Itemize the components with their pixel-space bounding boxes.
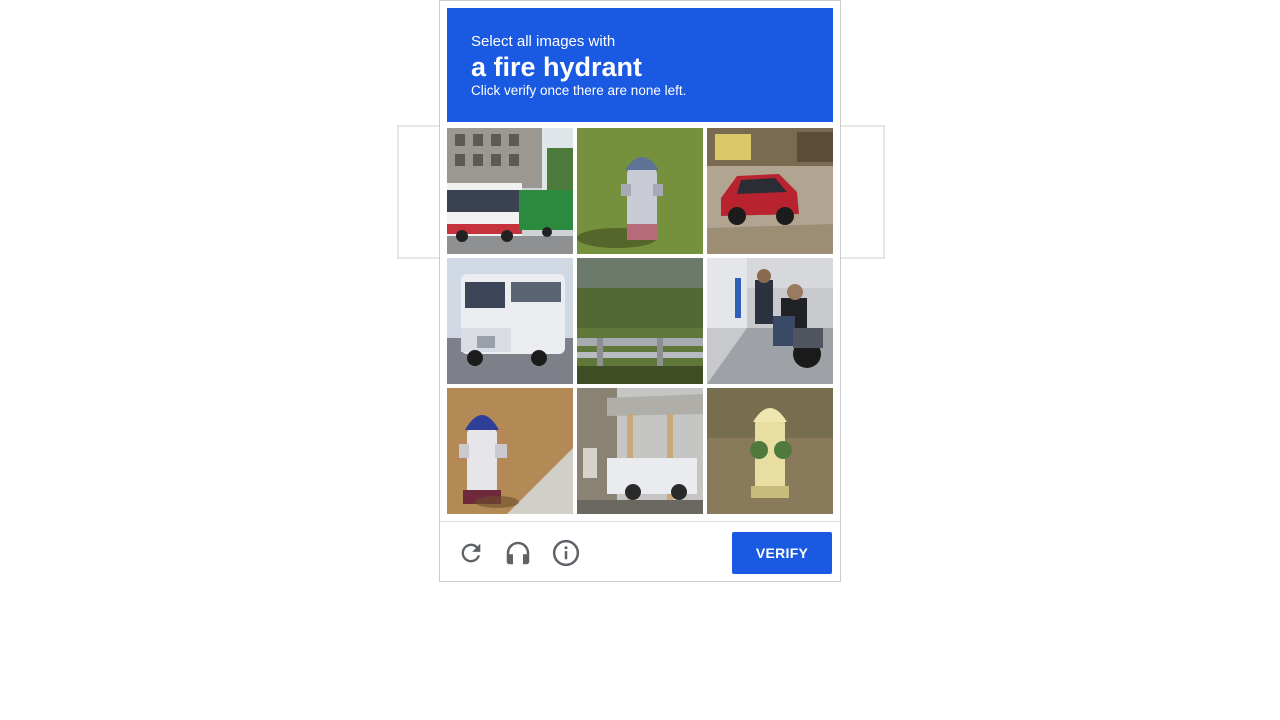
audio-challenge-button[interactable] [503, 538, 533, 568]
prompt-instructions: Click verify once there are none left. [471, 83, 687, 98]
blue-hydrant-image [447, 388, 573, 514]
image-tile-8[interactable] [577, 388, 703, 514]
guardrail-image [577, 258, 703, 384]
yellow-hydrant-image [707, 388, 833, 514]
image-tile-9[interactable] [707, 388, 833, 514]
image-tile-7[interactable] [447, 388, 573, 514]
image-tile-2[interactable] [577, 128, 703, 254]
prompt-line1: Select all images with [471, 33, 616, 50]
captcha-challenge: Select all images with a fire hydrant Cl… [439, 0, 841, 582]
sidewalk-people-image [707, 258, 833, 384]
image-tile-4[interactable] [447, 258, 573, 384]
image-tile-1[interactable] [447, 128, 573, 254]
carport-image [577, 388, 703, 514]
image-tile-3[interactable] [707, 128, 833, 254]
image-tile-6[interactable] [707, 258, 833, 384]
reload-icon [461, 543, 481, 563]
info-icon [552, 539, 580, 567]
info-button[interactable] [551, 538, 581, 568]
verify-button[interactable]: VERIFY [732, 532, 832, 574]
challenge-header: Select all images with a fire hydrant Cl… [447, 8, 833, 122]
reload-button[interactable] [456, 538, 486, 568]
image-tile-5[interactable] [577, 258, 703, 384]
red-car-image [707, 128, 833, 254]
headphones-icon [506, 541, 530, 565]
challenge-footer: VERIFY [440, 521, 840, 582]
prompt-target: a fire hydrant [471, 52, 643, 82]
image-grid [447, 128, 833, 514]
street-buses-image [447, 128, 573, 254]
hydrant-on-grass-image [577, 128, 703, 254]
white-bus-image [447, 258, 573, 384]
